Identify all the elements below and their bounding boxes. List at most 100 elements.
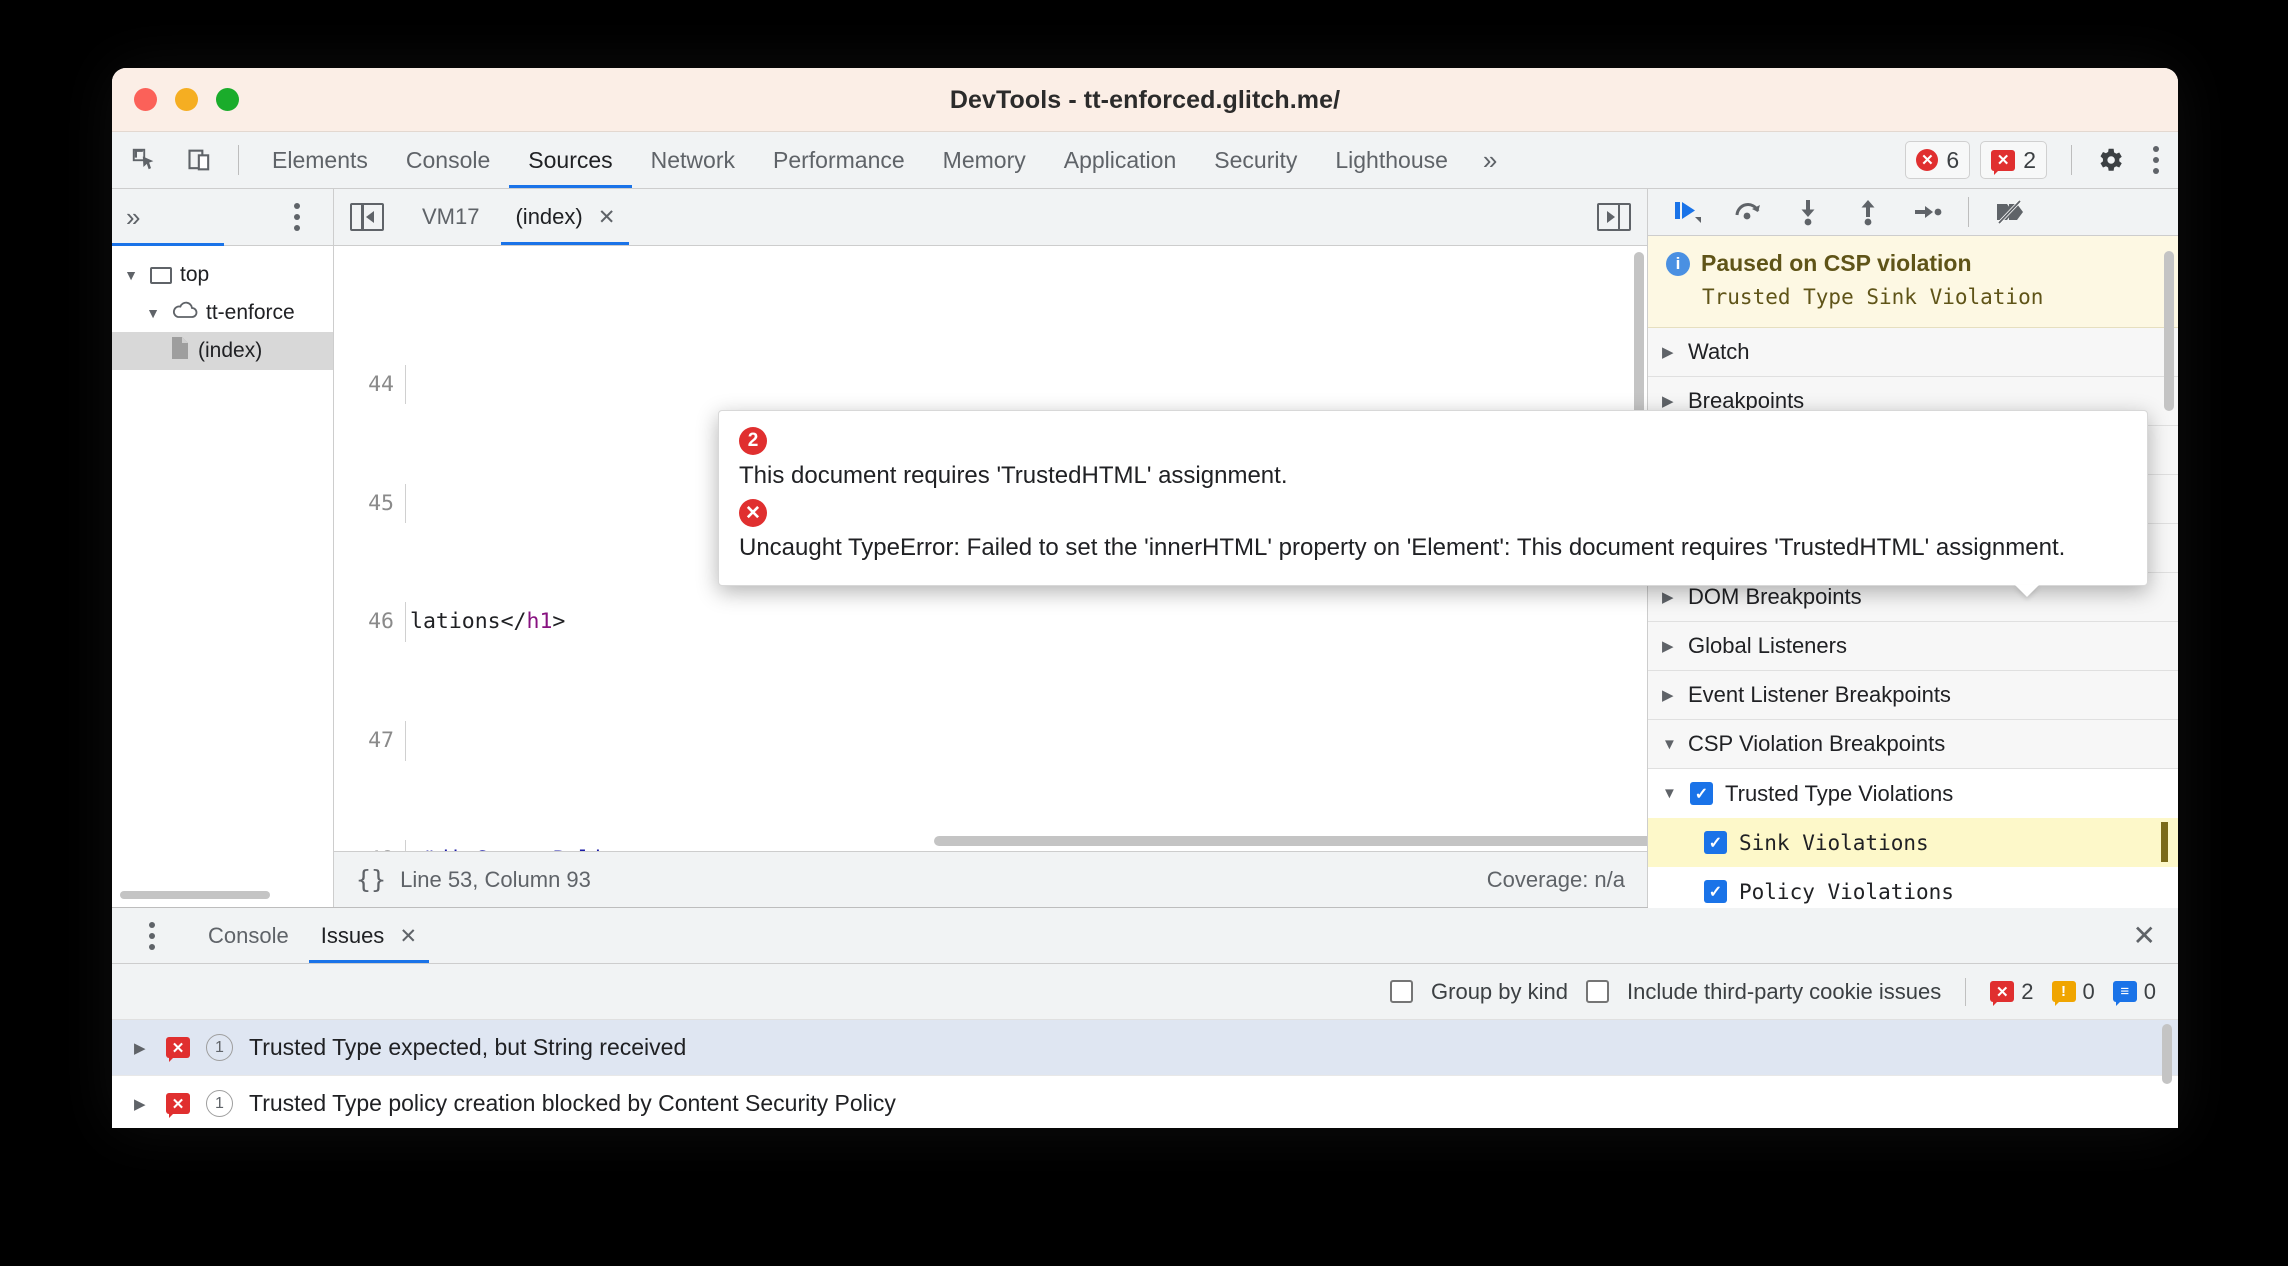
screen-root: DevTools - tt-enforced.glitch.me/ Elemen (0, 0, 2288, 1266)
csp-breakpoint-trusted-type-violations[interactable]: ▼ ✓ Trusted Type Violations (1648, 769, 2178, 818)
drawer-kebab-icon[interactable] (130, 921, 174, 950)
inspect-element-icon[interactable] (120, 136, 168, 184)
issues-info-count-label: 0 (2143, 978, 2156, 1004)
section-event-listener-breakpoints[interactable]: ▶ Event Listener Breakpoints (1648, 671, 2178, 720)
info-bubble-icon: ≡ (2112, 981, 2137, 1006)
line-content (406, 365, 410, 405)
section-label: Event Listener Breakpoints (1688, 682, 1951, 707)
issues-vertical-scrollbar[interactable] (2162, 1024, 2172, 1084)
tab-elements[interactable]: Elements (253, 132, 387, 188)
tooltip-message-text: This document requires 'TrustedHTML' ass… (739, 462, 1288, 489)
drawer-tab-issues[interactable]: Issues ✕ (305, 908, 433, 963)
device-toolbar-icon[interactable] (176, 136, 224, 184)
code-line[interactable]: 47 (334, 721, 1647, 761)
issue-count-label: 2 (2023, 146, 2036, 173)
tab-application[interactable]: Application (1045, 132, 1196, 188)
debugger-toolbar-divider (1968, 197, 1969, 227)
csp-breakpoint-label: Trusted Type Violations (1725, 780, 1954, 806)
close-icon[interactable]: ✕ (399, 925, 417, 948)
close-icon[interactable]: ✕ (598, 206, 616, 229)
tab-performance[interactable]: Performance (754, 132, 924, 188)
step-icon[interactable] (1902, 189, 1954, 235)
section-global-listeners[interactable]: ▶ Global Listeners (1648, 622, 2178, 671)
tab-security[interactable]: Security (1195, 132, 1316, 188)
tree-item-index[interactable]: (index) (112, 332, 333, 370)
expand-triangle-icon[interactable]: ▼ (142, 305, 164, 321)
line-content (406, 721, 410, 761)
checkbox-checked-icon[interactable]: ✓ (1704, 880, 1727, 903)
group-by-kind-checkbox[interactable] (1390, 980, 1414, 1003)
checkbox-checked-icon[interactable]: ✓ (1704, 831, 1727, 854)
paused-subtitle: Trusted Type Sink Violation (1702, 285, 2044, 309)
tooltip-message-text: Uncaught TypeError: Failed to set the 'i… (739, 534, 2066, 561)
frame-icon (150, 266, 172, 284)
show-debugger-icon[interactable] (1597, 203, 1631, 231)
warning-bubble-icon: ! (2051, 981, 2076, 1006)
code-line[interactable]: 46 lations</h1> (334, 602, 1647, 642)
close-drawer-icon[interactable]: ✕ (2133, 919, 2156, 952)
error-tooltip-popover: 2 This document requires 'TrustedHTML' a… (718, 410, 2148, 597)
tree-item-top[interactable]: ▼ top (112, 256, 333, 294)
tab-lighthouse[interactable]: Lighthouse (1316, 132, 1467, 188)
csp-breakpoint-label: Sink Violations (1739, 830, 1929, 855)
chevron-down-icon[interactable]: ▼ (1662, 785, 1678, 802)
tab-memory[interactable]: Memory (924, 132, 1045, 188)
issues-toolbar: Group by kind Include third-party cookie… (112, 964, 2178, 1020)
editor-tabbar: VM17 (index) ✕ (334, 189, 1647, 246)
code-line[interactable]: 44 (334, 364, 1647, 405)
info-icon: i (1666, 251, 1690, 276)
issue-count-badge: 1 (206, 1034, 233, 1061)
issue-count-badge[interactable]: ✕ 2 (1980, 141, 2047, 179)
error-icon: ✕ (739, 499, 767, 527)
kebab-menu-icon[interactable] (2134, 146, 2178, 174)
issues-info-count: ≡ 0 (2112, 978, 2156, 1006)
tab-network[interactable]: Network (632, 132, 754, 188)
show-navigator-icon[interactable] (350, 203, 384, 231)
navigator-horizontal-scrollbar[interactable] (120, 891, 270, 899)
editor-tab-index[interactable]: (index) ✕ (497, 189, 633, 245)
step-out-icon[interactable] (1842, 189, 1894, 235)
step-over-icon[interactable] (1722, 189, 1774, 235)
editor-tab-vm17[interactable]: VM17 (404, 189, 497, 245)
error-count-circle-icon: 2 (739, 427, 767, 455)
debugger-vertical-scrollbar[interactable] (2164, 251, 2174, 411)
devtools-window: DevTools - tt-enforced.glitch.me/ Elemen (112, 68, 2178, 1128)
pretty-print-icon[interactable]: {} (356, 865, 386, 894)
tooltip-message-2: ✕ Uncaught TypeError: Failed to set the … (739, 499, 2127, 565)
line-number: 45 (334, 483, 406, 524)
drawer-tab-console[interactable]: Console (192, 908, 305, 963)
editor-horizontal-scrollbar[interactable] (934, 836, 1647, 846)
tree-item-domain[interactable]: ▼ tt-enforce (112, 294, 333, 332)
issue-row[interactable]: ▶ ✕ 1 Trusted Type expected, but String … (112, 1020, 2178, 1076)
csp-breakpoint-sink-violations[interactable]: ✓ Sink Violations (1648, 818, 2178, 867)
tab-sources[interactable]: Sources (509, 132, 633, 188)
error-bubble-icon: ✕ (166, 1037, 190, 1062)
checkbox-checked-icon[interactable]: ✓ (1690, 782, 1713, 805)
gear-icon[interactable] (2086, 136, 2134, 184)
navigator-kebab-icon[interactable] (275, 203, 319, 231)
chevron-right-icon: ▶ (1662, 589, 1674, 606)
issue-count-badge: 1 (206, 1090, 233, 1117)
expand-triangle-icon[interactable]: ▼ (120, 267, 142, 283)
window-titlebar: DevTools - tt-enforced.glitch.me/ (112, 68, 2178, 132)
tab-console[interactable]: Console (387, 132, 509, 188)
error-count-badge[interactable]: ✕ 6 (1905, 141, 1971, 179)
chevron-right-icon[interactable]: ▶ (134, 1039, 150, 1057)
error-bubble-icon: ✕ (1990, 981, 2015, 1006)
step-into-icon[interactable] (1782, 189, 1834, 235)
drawer-panel: Console Issues ✕ ✕ Group by kind Include… (112, 907, 2178, 1128)
toolbar-divider-2 (2071, 145, 2072, 175)
chevron-right-icon[interactable]: ▶ (134, 1095, 150, 1113)
chevron-right-icon: ▶ (1662, 344, 1674, 361)
section-csp-violation-breakpoints[interactable]: ▼ CSP Violation Breakpoints (1648, 720, 2178, 769)
section-watch[interactable]: ▶ Watch (1648, 328, 2178, 377)
more-tabs-icon[interactable]: » (1467, 145, 1513, 176)
navigator-pane: » ▼ top ▼ tt-enforce (index) (112, 189, 334, 907)
include-third-party-checkbox[interactable] (1585, 980, 1609, 1003)
main-toolbar: Elements Console Sources Network Perform… (112, 132, 2178, 189)
paused-title-label: Paused on CSP violation (1701, 250, 1972, 276)
resume-icon[interactable] (1662, 189, 1714, 235)
deactivate-breakpoints-icon[interactable] (1983, 189, 2035, 235)
navigator-more-icon[interactable]: » (126, 202, 140, 233)
issue-row[interactable]: ▶ ✕ 1 Trusted Type policy creation block… (112, 1076, 2178, 1128)
